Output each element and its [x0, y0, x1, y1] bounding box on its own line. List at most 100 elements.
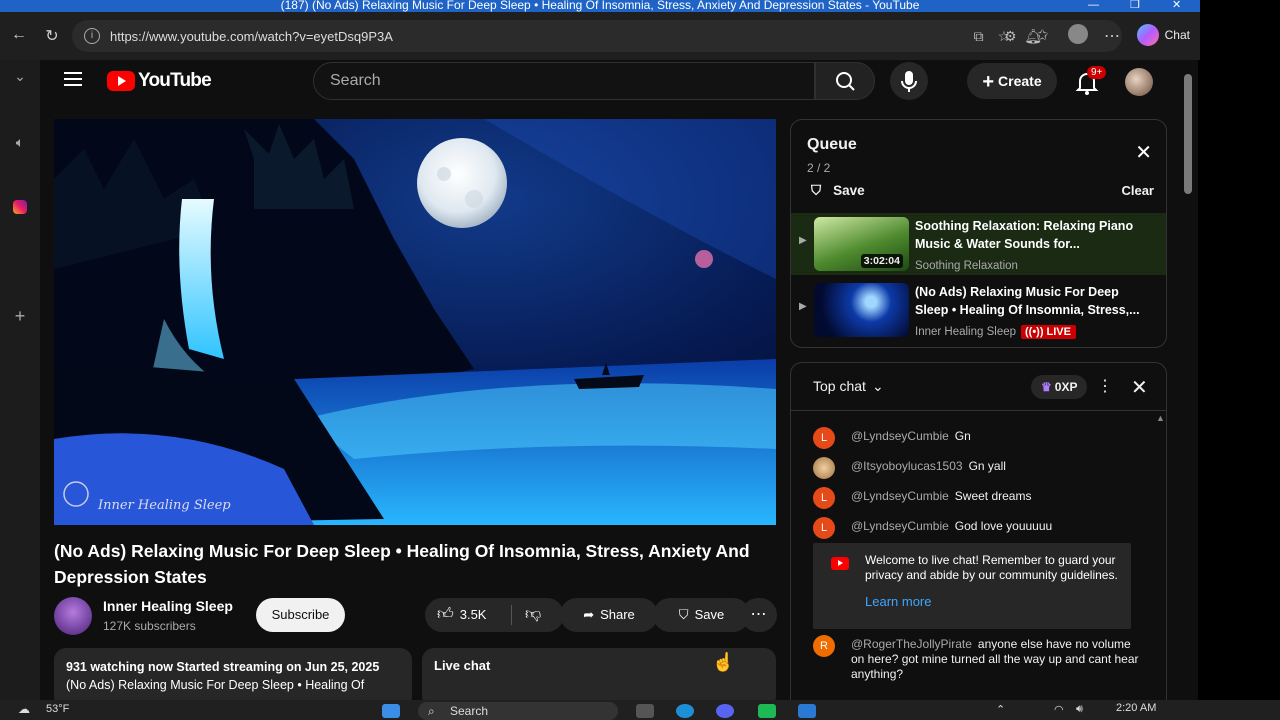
weather-temp[interactable]: 53°F: [46, 703, 69, 715]
close-icon[interactable]: ✕: [1135, 140, 1152, 165]
close-icon[interactable]: ✕: [1131, 375, 1148, 400]
chevron-down-icon: ⌄: [871, 378, 884, 394]
weather-icon[interactable]: ☁: [18, 702, 30, 716]
chat-author[interactable]: @LyndseyCumbie: [851, 519, 949, 533]
chat-avatar[interactable]: R: [813, 635, 835, 657]
edge-icon[interactable]: [676, 704, 694, 718]
create-button[interactable]: + Create: [967, 63, 1057, 99]
subscribe-button[interactable]: Subscribe: [256, 598, 345, 632]
chat-text: God love youuuuu: [954, 519, 1053, 533]
site-info-icon[interactable]: i: [84, 28, 100, 44]
copilot-button[interactable]: Chat: [1136, 24, 1190, 46]
queue-item[interactable]: ▶ (No Ads) Relaxing Music For Deep Sleep…: [791, 279, 1166, 341]
video-player[interactable]: Inner Healing Sleep: [54, 119, 776, 525]
queue-item[interactable]: ▶ 3:02:04 Soothing Relaxation: Relaxing …: [791, 213, 1166, 275]
queue-thumbnail: [814, 283, 909, 337]
chat-author[interactable]: @LyndseyCumbie: [851, 429, 949, 443]
queue-panel: Queue 2 / 2 ✕ ⛉ Save Clear ▶ 3:02:04 Soot…: [790, 119, 1167, 348]
collections-icon[interactable]: ✩: [1036, 26, 1049, 44]
minimize-icon[interactable]: —: [1088, 0, 1099, 11]
page-scrollbar[interactable]: [1180, 60, 1198, 700]
menu-icon[interactable]: [64, 72, 82, 86]
chat-avatar[interactable]: L: [813, 487, 835, 509]
wifi-icon[interactable]: ◠: [1054, 703, 1064, 716]
chat-mode-selector[interactable]: Top chat ⌄: [813, 378, 884, 395]
crown-icon: ♛: [1041, 380, 1052, 394]
queue-item-channel: Soothing Relaxation: [915, 260, 1018, 272]
search-input[interactable]: Search: [313, 62, 815, 100]
profile-icon[interactable]: [1068, 24, 1088, 44]
video-title: (No Ads) Relaxing Music For Deep Sleep •…: [54, 541, 750, 587]
divider: [511, 605, 512, 625]
notification-badge: 9+: [1087, 66, 1107, 79]
search-button[interactable]: [815, 62, 875, 100]
split-screen-icon[interactable]: ⧉: [974, 28, 984, 45]
chat-author[interactable]: @RogerTheJollyPirate: [851, 637, 972, 651]
chat-author[interactable]: @LyndseyCumbie: [851, 489, 949, 503]
add-icon[interactable]: +: [0, 306, 40, 327]
chevron-down-icon[interactable]: ⌄: [0, 68, 40, 85]
youtube-logo[interactable]: YouTube: [107, 70, 212, 92]
learn-more-link[interactable]: Learn more: [865, 594, 931, 609]
instagram-icon[interactable]: [0, 200, 40, 217]
chat-avatar[interactable]: L: [813, 517, 835, 539]
youtube-icon: [831, 557, 849, 570]
app-icon[interactable]: [798, 704, 816, 718]
scroll-up-icon[interactable]: ▲: [1156, 413, 1165, 423]
scrollbar-thumb[interactable]: [1184, 74, 1192, 194]
bookmark-icon: ⛉: [678, 607, 689, 622]
like-button[interactable]: 👍︎ 3.5K: [437, 598, 486, 632]
chat-avatar[interactable]: [813, 457, 835, 479]
save-button[interactable]: ⛉ Save: [653, 598, 750, 632]
live-icon: ((•)): [1025, 326, 1044, 338]
channel-avatar[interactable]: [54, 597, 92, 635]
more-icon[interactable]: ⋯: [1104, 26, 1120, 46]
clock-time[interactable]: 2:20 AM: [1116, 702, 1156, 714]
channel-name[interactable]: Inner Healing Sleep: [103, 598, 233, 614]
chat-more-icon[interactable]: ⋮: [1097, 376, 1113, 396]
app-icon[interactable]: [758, 704, 776, 718]
chat-avatar[interactable]: L: [813, 427, 835, 449]
extensions-icon[interactable]: ⚙: [1004, 28, 1017, 45]
more-actions-button[interactable]: ⋯: [741, 598, 777, 632]
xp-badge[interactable]: ♛ 0XP: [1031, 375, 1088, 399]
maximize-icon[interactable]: ❐: [1130, 0, 1140, 11]
search-icon: [836, 72, 855, 91]
queue-count: 2 / 2: [807, 161, 831, 175]
queue-save-button[interactable]: ⛉ Save: [811, 183, 865, 199]
queue-title: Queue: [807, 136, 857, 153]
dislike-button[interactable]: 👎︎: [525, 598, 541, 632]
refresh-icon[interactable]: ↻: [35, 26, 69, 46]
chat-welcome-banner: Welcome to live chat! Remember to guard …: [813, 543, 1131, 629]
create-label: Create: [998, 73, 1042, 89]
welcome-text: Welcome to live chat! Remember to guard …: [865, 553, 1118, 582]
share-button[interactable]: ➦ Share: [560, 598, 658, 632]
like-dislike-group: 👍︎ 3.5K 👎︎: [425, 598, 564, 632]
volume-icon[interactable]: 🔊︎: [1076, 703, 1083, 716]
description-box[interactable]: 931 watching now Started streaming on Ju…: [54, 648, 412, 700]
voice-search-button[interactable]: [890, 62, 928, 100]
edge-sidebar: ⌄ 🔈︎ +: [0, 60, 40, 700]
back-icon[interactable]: ←: [2, 26, 36, 44]
taskbar-search[interactable]: ⌕ Search: [418, 702, 618, 720]
share-label: Share: [600, 607, 635, 622]
close-window-icon[interactable]: ✕: [1172, 0, 1181, 11]
black-margin: [1200, 0, 1280, 700]
chat-author[interactable]: @Itsyoboylucas1503: [851, 459, 963, 473]
live-chat-label: Live chat: [434, 658, 491, 673]
queue-clear-button[interactable]: Clear: [1121, 183, 1154, 198]
url-text[interactable]: https://www.youtube.com/watch?v=eyetDsq9…: [110, 29, 393, 44]
audio-icon[interactable]: 🔈︎: [0, 134, 40, 151]
account-avatar[interactable]: [1125, 68, 1153, 96]
tray-chevron-icon[interactable]: ⌃: [996, 703, 1005, 716]
browser-toolbar: ← ↻ i https://www.youtube.com/watch?v=ey…: [0, 12, 1200, 60]
live-badge: ((•)) LIVE: [1021, 325, 1076, 339]
play-icon: ▶: [799, 301, 807, 312]
task-view-icon[interactable]: [636, 704, 654, 718]
address-bar[interactable]: i https://www.youtube.com/watch?v=eyetDs…: [72, 20, 1122, 52]
youtube-page: YouTube Search + Create 9+ Inner Healing…: [40, 60, 1180, 700]
windows-start-icon[interactable]: [382, 704, 400, 718]
queue-item-title: (No Ads) Relaxing Music For Deep Sleep •…: [915, 285, 1140, 317]
discord-icon[interactable]: [716, 704, 734, 718]
microphone-icon: [901, 71, 917, 92]
